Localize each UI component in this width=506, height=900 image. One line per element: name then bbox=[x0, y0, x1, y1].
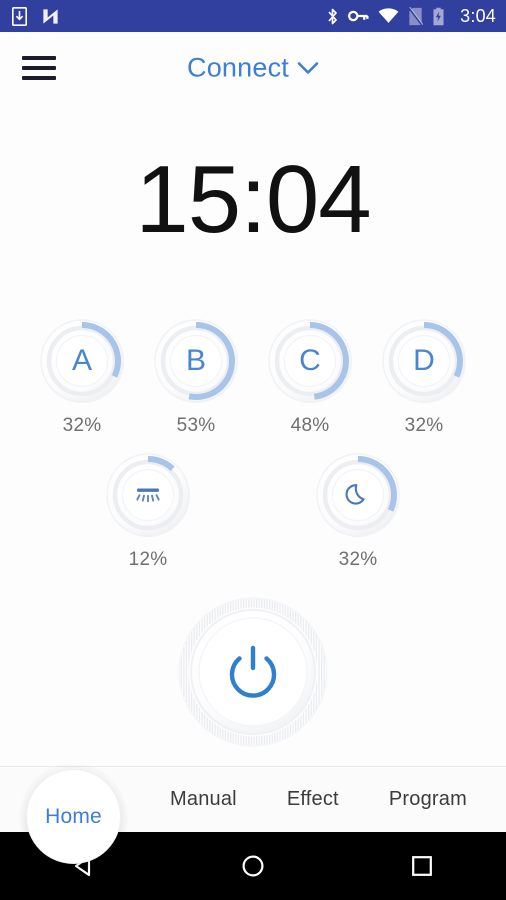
dial-moonlight-percent: 32% bbox=[338, 549, 378, 570]
dial-c-gauge bbox=[268, 319, 352, 403]
mode-dial-moonlight: 32% bbox=[309, 452, 407, 571]
dial-a-gauge bbox=[40, 319, 124, 403]
dial-a-knob[interactable]: A bbox=[39, 318, 125, 404]
connect-dropdown[interactable]: Connect bbox=[0, 53, 506, 84]
dial-d-knob[interactable]: D bbox=[381, 318, 467, 404]
tab-manual[interactable]: Manual bbox=[170, 788, 237, 811]
dial-b-percent: 53% bbox=[176, 415, 216, 436]
app-root: 3:04 Connect 15:04 A 32% B 53% C 48% D 3… bbox=[0, 0, 506, 900]
battery-charging-icon bbox=[433, 7, 444, 25]
channel-dial-b: B 53% bbox=[147, 318, 245, 437]
channel-dial-a: A 32% bbox=[33, 318, 131, 437]
power-button[interactable] bbox=[178, 597, 328, 747]
dial-daylight-knob[interactable] bbox=[105, 452, 191, 538]
channel-dial-c: C 48% bbox=[261, 318, 359, 437]
no-sim-icon bbox=[408, 6, 424, 26]
tab-effect[interactable]: Effect bbox=[287, 788, 339, 811]
dial-c-knob[interactable]: C bbox=[267, 318, 353, 404]
mode-dial-row: 12% 32% bbox=[0, 452, 506, 571]
bluetooth-icon bbox=[328, 8, 338, 24]
chevron-down-icon bbox=[297, 61, 319, 74]
connect-label: Connect bbox=[187, 52, 289, 83]
nexus-n-icon bbox=[43, 8, 58, 24]
dial-d-gauge bbox=[382, 319, 466, 403]
app-bar: Connect bbox=[0, 32, 506, 104]
dial-daylight-percent: 12% bbox=[128, 549, 168, 570]
dial-b-gauge bbox=[154, 319, 238, 403]
dial-b-knob[interactable]: B bbox=[153, 318, 239, 404]
status-bar-right-icons: 3:04 bbox=[326, 6, 496, 27]
channel-dial-row: A 32% B 53% C 48% D 32% bbox=[0, 318, 506, 437]
status-bar-clock: 3:04 bbox=[460, 5, 496, 26]
mode-dial-daylight: 12% bbox=[99, 452, 197, 571]
tab-home[interactable]: Home bbox=[26, 769, 121, 864]
tab-program[interactable]: Program bbox=[389, 788, 467, 811]
download-icon bbox=[12, 6, 27, 26]
dial-c-percent: 48% bbox=[290, 415, 330, 436]
dial-daylight-gauge bbox=[106, 453, 190, 537]
nav-home-button[interactable] bbox=[218, 832, 288, 900]
nav-recents-button[interactable] bbox=[387, 832, 457, 900]
tab-home-label: Home bbox=[45, 804, 102, 828]
vpn-key-icon bbox=[348, 10, 369, 22]
dial-moonlight-knob[interactable] bbox=[315, 452, 401, 538]
dial-a-percent: 32% bbox=[62, 415, 102, 436]
circle-home-icon bbox=[242, 855, 264, 877]
power-button-area bbox=[0, 597, 506, 747]
power-button-dial bbox=[178, 597, 328, 747]
android-status-bar: 3:04 bbox=[0, 0, 506, 32]
dial-d-percent: 32% bbox=[404, 415, 444, 436]
square-recents-icon bbox=[411, 856, 432, 876]
channel-dial-d: D 32% bbox=[375, 318, 473, 437]
wifi-icon bbox=[378, 8, 399, 23]
bottom-tab-labels: Manual Effect Program bbox=[145, 788, 506, 811]
dial-moonlight-gauge bbox=[316, 453, 400, 537]
page-title-clock: 15:04 bbox=[135, 146, 371, 253]
status-bar-left-icons bbox=[12, 6, 60, 26]
